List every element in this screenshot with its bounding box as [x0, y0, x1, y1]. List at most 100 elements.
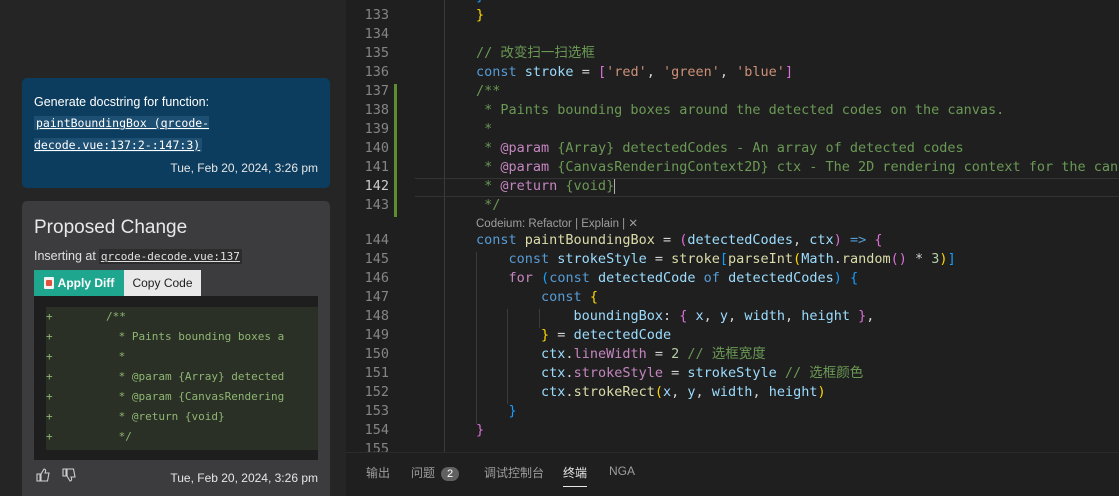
diff-line-text: /**	[106, 310, 126, 323]
bottom-panel-tabs: 输出 问题 2 调试控制台 终端 NGA	[346, 452, 1119, 496]
code-text: }	[476, 422, 485, 438]
code-text: // 改变扫一扫选框	[476, 45, 595, 61]
diff-plus-marker: +	[46, 410, 53, 423]
code-line[interactable]: 150 ctx.lineWidth = 2 // 选框宽度	[346, 345, 1119, 364]
code-line[interactable]: 152 ctx.strokeRect(x, y, width, height)	[346, 383, 1119, 402]
line-number: 137	[364, 83, 389, 99]
problems-count-badge: 2	[441, 467, 460, 481]
diff-line: + /**	[46, 307, 318, 327]
code-text: boundingBox: { x, y, width, height },	[573, 308, 875, 324]
code-line[interactable]: 142 * @return {void}	[346, 177, 1119, 196]
user-message: Generate docstring for function: paintBo…	[22, 78, 330, 188]
code-text: *	[476, 121, 493, 137]
apply-diff-label: Apply Diff	[57, 276, 115, 290]
tab-output[interactable]: 输出	[366, 464, 390, 481]
line-number: 155	[364, 441, 389, 452]
diff-line: + * @param {Array} detected	[46, 367, 318, 387]
function-reference-link[interactable]: paintBoundingBox (qrcode-decode.vue:137:…	[34, 116, 210, 152]
thumbs-down-icon[interactable]	[60, 467, 78, 485]
code-text: ctx.strokeRect(x, y, width, height)	[541, 384, 826, 400]
code-text: for (const detectedCode of detectedCodes…	[508, 270, 859, 286]
code-line[interactable]: 148 boundingBox: { x, y, width, height }…	[346, 307, 1119, 326]
line-number: 148	[364, 308, 389, 324]
code-line[interactable]: 155	[346, 440, 1119, 452]
line-number: 144	[364, 232, 389, 248]
line-number: 154	[364, 422, 389, 438]
code-text: const stroke = ['red', 'green', 'blue']	[476, 64, 794, 80]
line-number: 134	[364, 26, 389, 42]
tab-debug-console[interactable]: 调试控制台	[484, 464, 544, 481]
diff-plus-marker: +	[46, 350, 53, 363]
code-line[interactable]: 139 *	[346, 120, 1119, 139]
apply-diff-button[interactable]: Apply Diff	[34, 270, 124, 296]
diff-plus-marker: +	[46, 330, 53, 343]
code-line[interactable]: 149 } = detectedCode	[346, 326, 1119, 345]
code-line[interactable]: 147 const {	[346, 288, 1119, 307]
proposed-change-title: Proposed Change	[34, 217, 188, 238]
codeium-codelens[interactable]: Codeium: Refactor | Explain | ✕	[476, 216, 638, 230]
assistant-message: Proposed Change Inserting at qrcode-decod…	[22, 201, 330, 496]
insert-location-line: Inserting at qrcode-decode.vue:137	[34, 249, 242, 264]
code-text: /**	[476, 83, 501, 99]
code-line[interactable]: 151 ctx.strokeStyle = strokeStyle // 选框颜…	[346, 364, 1119, 383]
diff-added-lines: +/** + * Paints bounding boxes a + * + * @p…	[46, 307, 318, 450]
thumbs-up-icon[interactable]	[34, 467, 52, 485]
line-number: 139	[364, 121, 389, 137]
diff-plus-marker: +	[46, 310, 53, 323]
code-line[interactable]: 136 const stroke = ['red', 'green', 'blue…	[346, 63, 1119, 82]
diff-line: + * @param {CanvasRendering	[46, 387, 318, 407]
diff-plus-marker: +	[46, 390, 53, 403]
line-number: 149	[364, 327, 389, 343]
diff-line: + * @return {void}	[46, 407, 318, 427]
line-number: 147	[364, 289, 389, 305]
line-number: 140	[364, 140, 389, 156]
copy-code-button[interactable]: Copy Code	[124, 270, 201, 296]
code-editor[interactable]: 132}133}134135// 改变扫一扫选框136const stroke …	[346, 0, 1119, 452]
code-text: } = detectedCode	[541, 327, 672, 343]
codeium-chat-panel: Generate docstring for function: paintBo…	[0, 0, 346, 496]
insert-label: Inserting at	[34, 249, 96, 263]
code-line[interactable]: 145 const strokeStyle = stroke[parseInt(…	[346, 250, 1119, 269]
code-line[interactable]: 133}	[346, 6, 1119, 25]
diff-line: + * Paints bounding boxes a	[46, 327, 318, 347]
code-line[interactable]: 138 * Paints bounding boxes around the d…	[346, 101, 1119, 120]
diff-plus-marker: +	[46, 370, 53, 383]
code-text: * @return {void}	[476, 178, 616, 194]
code-text: const strokeStyle = stroke[parseInt(Math…	[508, 251, 956, 267]
diff-line-text: * @param {CanvasRendering	[112, 390, 285, 403]
line-number: 146	[364, 270, 389, 286]
code-text: * @param {Array} detectedCodes - An arra…	[476, 140, 964, 156]
code-line[interactable]: 143 */	[346, 196, 1119, 215]
code-line[interactable]: 137 /**	[346, 82, 1119, 101]
line-number: 143	[364, 197, 389, 213]
code-text: ctx.strokeStyle = strokeStyle // 选框颜色	[541, 365, 864, 381]
code-line[interactable]: 134	[346, 25, 1119, 44]
code-line[interactable]: 153 }	[346, 402, 1119, 421]
feedback-buttons	[34, 467, 78, 485]
code-line[interactable]: 146 for (const detectedCode of detectedC…	[346, 269, 1119, 288]
code-text: const paintBoundingBox = (detectedCodes,…	[476, 232, 883, 248]
code-line[interactable]: 135 // 改变扫一扫选框	[346, 44, 1119, 63]
user-message-text: Generate docstring for function:	[34, 95, 210, 109]
code-text: * Paints bounding boxes around the detec…	[476, 102, 1005, 118]
code-line[interactable]: 154}	[346, 421, 1119, 440]
tab-problems[interactable]: 问题 2	[411, 464, 460, 481]
insert-location-link[interactable]: qrcode-decode.vue:137	[98, 249, 242, 264]
code-text: }	[476, 7, 485, 23]
tab-nga[interactable]: NGA	[609, 464, 635, 478]
line-number: 151	[364, 365, 389, 381]
tab-terminal[interactable]: 终端	[563, 464, 588, 487]
line-number: 152	[364, 384, 389, 400]
diff-line-text: * @return {void}	[112, 410, 225, 423]
diff-line-text: * @param {Array} detected	[112, 370, 285, 383]
line-number: 142	[364, 178, 389, 194]
code-text: */	[476, 197, 501, 213]
line-number: 150	[364, 346, 389, 362]
assistant-message-timestamp: Tue, Feb 20, 2024, 3:26 pm	[170, 471, 318, 485]
code-line[interactable]: 144 const paintBoundingBox = (detectedCod…	[346, 231, 1119, 250]
line-number: 153	[364, 403, 389, 419]
code-line[interactable]: 141 * @param {CanvasRenderingContext2D} …	[346, 158, 1119, 177]
code-line[interactable]: 140 * @param {Array} detectedCodes - An …	[346, 139, 1119, 158]
line-number: 133	[364, 7, 389, 23]
line-number: 145	[364, 251, 389, 267]
